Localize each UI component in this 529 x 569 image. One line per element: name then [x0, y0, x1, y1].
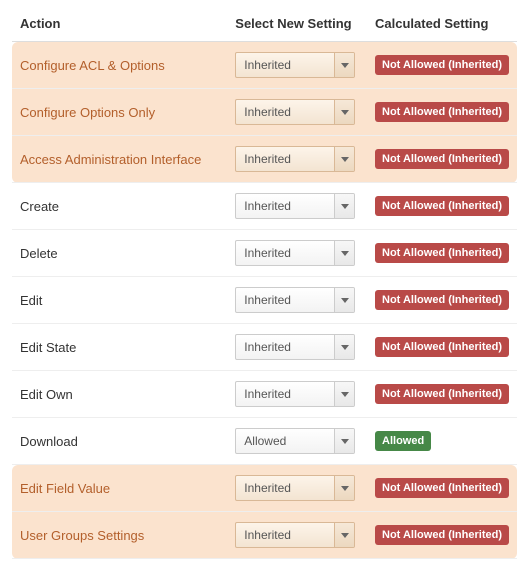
- chevron-down-icon: [334, 241, 354, 265]
- action-label: Download: [12, 418, 227, 465]
- setting-select[interactable]: Inherited: [235, 381, 355, 407]
- action-label: Create: [12, 183, 227, 230]
- table-row: Download Allowed Allowed: [12, 418, 517, 465]
- setting-select[interactable]: Inherited: [235, 99, 355, 125]
- table-row: Delete Inherited Not Allowed (Inherited): [12, 230, 517, 277]
- setting-select[interactable]: Inherited: [235, 334, 355, 360]
- setting-select[interactable]: Inherited: [235, 287, 355, 313]
- chevron-down-icon: [334, 476, 354, 500]
- chevron-down-icon: [334, 288, 354, 312]
- action-label: User Groups Settings: [12, 512, 227, 559]
- setting-select-value: Inherited: [236, 476, 334, 500]
- header-calc: Calculated Setting: [367, 10, 517, 42]
- chevron-down-icon: [334, 100, 354, 124]
- setting-select-value: Inherited: [236, 382, 334, 406]
- setting-select-value: Inherited: [236, 194, 334, 218]
- action-label: Edit: [12, 277, 227, 324]
- calculated-badge: Not Allowed (Inherited): [375, 525, 509, 545]
- calculated-badge: Not Allowed (Inherited): [375, 478, 509, 498]
- table-row: Configure ACL & Options Inherited Not Allo…: [12, 42, 517, 89]
- calculated-badge: Not Allowed (Inherited): [375, 102, 509, 122]
- setting-select-value: Inherited: [236, 53, 334, 77]
- setting-select-value: Inherited: [236, 335, 334, 359]
- chevron-down-icon: [334, 53, 354, 77]
- setting-select[interactable]: Inherited: [235, 146, 355, 172]
- table-row: Edit Inherited Not Allowed (Inherited): [12, 277, 517, 324]
- permissions-table: Action Select New Setting Calculated Set…: [12, 10, 517, 559]
- calculated-badge: Not Allowed (Inherited): [375, 196, 509, 216]
- table-row: Edit Own Inherited Not Allowed (Inherited): [12, 371, 517, 418]
- setting-select-value: Allowed: [236, 429, 334, 453]
- setting-select[interactable]: Inherited: [235, 240, 355, 266]
- calculated-badge: Not Allowed (Inherited): [375, 384, 509, 404]
- calculated-badge: Not Allowed (Inherited): [375, 243, 509, 263]
- setting-select-value: Inherited: [236, 241, 334, 265]
- setting-select-value: Inherited: [236, 288, 334, 312]
- calculated-badge: Not Allowed (Inherited): [375, 149, 509, 169]
- header-select: Select New Setting: [227, 10, 367, 42]
- chevron-down-icon: [334, 194, 354, 218]
- setting-select[interactable]: Inherited: [235, 475, 355, 501]
- header-action: Action: [12, 10, 227, 42]
- chevron-down-icon: [334, 429, 354, 453]
- action-label: Edit State: [12, 324, 227, 371]
- setting-select[interactable]: Inherited: [235, 193, 355, 219]
- table-row: User Groups Settings Inherited Not Allowed…: [12, 512, 517, 559]
- setting-select-value: Inherited: [236, 100, 334, 124]
- calculated-badge: Allowed: [375, 431, 431, 451]
- action-label: Configure ACL & Options: [12, 42, 227, 89]
- action-label: Edit Field Value: [12, 465, 227, 512]
- table-header-row: Action Select New Setting Calculated Set…: [12, 10, 517, 42]
- table-row: Create Inherited Not Allowed (Inherited): [12, 183, 517, 230]
- setting-select-value: Inherited: [236, 523, 334, 547]
- chevron-down-icon: [334, 523, 354, 547]
- table-row: Configure Options Only Inherited Not Allow…: [12, 89, 517, 136]
- setting-select[interactable]: Allowed: [235, 428, 355, 454]
- action-label: Delete: [12, 230, 227, 277]
- action-label: Access Administration Interface: [12, 136, 227, 183]
- table-row: Edit State Inherited Not Allowed (Inherite…: [12, 324, 517, 371]
- action-label: Configure Options Only: [12, 89, 227, 136]
- setting-select-value: Inherited: [236, 147, 334, 171]
- calculated-badge: Not Allowed (Inherited): [375, 337, 509, 357]
- table-row: Access Administration Interface Inherited…: [12, 136, 517, 183]
- calculated-badge: Not Allowed (Inherited): [375, 290, 509, 310]
- chevron-down-icon: [334, 147, 354, 171]
- setting-select[interactable]: Inherited: [235, 522, 355, 548]
- chevron-down-icon: [334, 382, 354, 406]
- setting-select[interactable]: Inherited: [235, 52, 355, 78]
- action-label: Edit Own: [12, 371, 227, 418]
- calculated-badge: Not Allowed (Inherited): [375, 55, 509, 75]
- chevron-down-icon: [334, 335, 354, 359]
- table-row: Edit Field Value Inherited Not Allowed (In…: [12, 465, 517, 512]
